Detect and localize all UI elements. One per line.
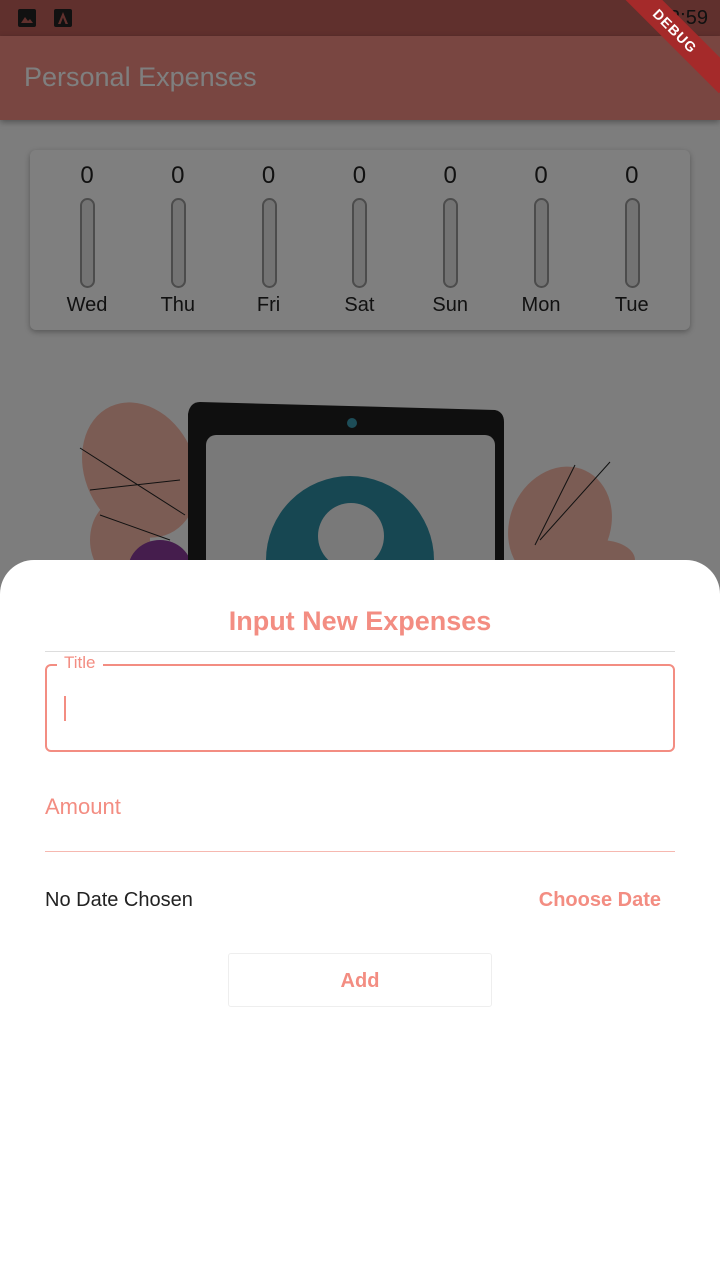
- add-button[interactable]: Add: [228, 953, 492, 1007]
- title-field[interactable]: Title: [45, 653, 675, 752]
- divider: [45, 651, 675, 652]
- text-cursor: [64, 696, 66, 721]
- title-field-label: Title: [57, 653, 103, 673]
- new-expense-sheet: Input New Expenses Title Amount No Date …: [0, 560, 720, 1280]
- sheet-title: Input New Expenses: [228, 606, 492, 636]
- amount-field-label: Amount: [45, 794, 121, 819]
- choose-date-button[interactable]: Choose Date: [539, 889, 661, 912]
- amount-field[interactable]: Amount: [45, 788, 675, 852]
- chosen-date-text: No Date Chosen: [45, 889, 193, 911]
- date-row: No Date Chosen Choose Date: [45, 886, 675, 916]
